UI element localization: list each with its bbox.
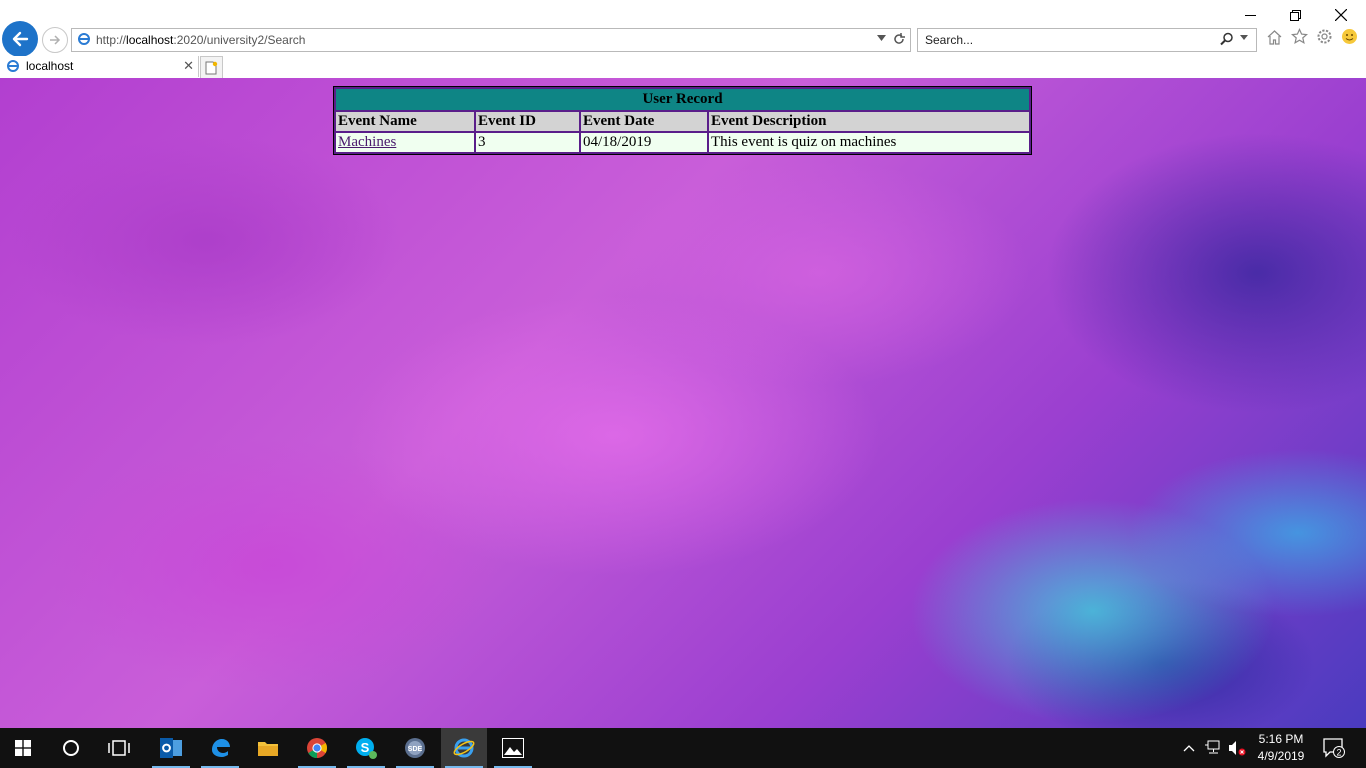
refresh-icon[interactable] [892,32,906,46]
network-button[interactable] [1202,728,1224,768]
restore-icon [1289,9,1301,21]
search-placeholder: Search... [925,33,974,47]
search-box[interactable]: Search... [917,28,1257,52]
header-event-description: Event Description [709,112,1029,131]
cell-event-description: This event is quiz on machines [709,133,1029,152]
svg-text:S: S [361,740,370,755]
back-button[interactable] [2,21,38,57]
back-arrow-icon [12,31,29,47]
address-bar[interactable]: http://localhost:2020/university2/Search [71,28,911,52]
sde-icon: SDE [405,738,425,758]
cell-event-date: 04/18/2019 [581,133,707,152]
chrome-icon [307,738,328,759]
smiley-feedback-icon[interactable] [1341,28,1358,45]
volume-button[interactable] [1226,728,1248,768]
event-name-link[interactable]: Machines [338,134,396,150]
file-explorer-icon [258,742,278,756]
tab-localhost[interactable]: localhost ✕ [0,56,199,77]
table-row: Machines 3 04/18/2019 This event is quiz… [336,133,1029,152]
search-icon[interactable] [1220,32,1234,46]
browser-chrome: http://localhost:2020/university2/Search… [0,0,1366,79]
network-icon [1205,740,1220,754]
header-event-name: Event Name [336,112,474,131]
taskbar-sde[interactable]: SDE [392,728,438,768]
minimize-icon [1244,14,1256,16]
svg-text:SDE: SDE [408,746,423,753]
outlook-icon [160,738,182,758]
taskbar: S SDE 5:16 PM 4/9/2019 2 [0,728,1366,768]
chevron-down-icon[interactable] [1240,35,1248,40]
url-text: http://localhost:2020/university2/Search [96,33,306,47]
close-icon [1335,9,1347,21]
taskbar-file-explorer[interactable] [245,728,291,768]
header-event-id: Event ID [476,112,579,131]
restore-button[interactable] [1283,6,1307,24]
taskbar-internet-explorer[interactable] [441,728,487,768]
edge-icon [212,739,230,757]
new-tab-button[interactable] [200,56,223,79]
forward-button[interactable] [42,27,68,53]
forward-arrow-icon [50,35,61,45]
action-center-button[interactable]: 2 [1320,728,1348,768]
cell-event-name: Machines [336,133,474,152]
tab-row: localhost ✕ [0,56,1366,79]
internet-explorer-icon [453,738,475,758]
svg-text:2: 2 [1336,748,1341,758]
task-view-icon [108,740,130,756]
ie-page-icon [78,33,90,45]
system-clock[interactable]: 5:16 PM 4/9/2019 [1250,731,1312,765]
toolbar-icons [1266,28,1358,45]
chevron-down-icon[interactable] [877,35,886,41]
minimize-button[interactable] [1238,6,1262,24]
chevron-up-icon [1183,745,1195,752]
start-button[interactable] [0,728,46,768]
show-hidden-icons-button[interactable] [1180,728,1198,768]
taskbar-outlook[interactable] [148,728,194,768]
taskbar-chrome[interactable] [294,728,340,768]
close-window-button[interactable] [1329,6,1353,24]
clock-date: 4/9/2019 [1257,749,1305,763]
taskbar-skype[interactable]: S [343,728,389,768]
header-event-date: Event Date [581,112,707,131]
taskbar-edge[interactable] [197,728,243,768]
favorites-star-icon[interactable] [1291,28,1308,45]
photos-icon [502,738,524,758]
gear-icon[interactable] [1316,28,1333,45]
skype-icon: S [356,738,377,759]
user-record-table: User Record Event Name Event ID Event Da… [333,86,1032,155]
cell-event-id: 3 [476,133,579,152]
home-icon[interactable] [1266,28,1283,45]
close-tab-icon[interactable]: ✕ [183,58,194,74]
cortana-icon [63,740,79,756]
clock-time: 5:16 PM [1258,732,1304,746]
notifications-icon: 2 [1323,738,1345,758]
ie-page-icon [7,60,19,72]
start-icon [15,740,31,756]
table-header-row: Event Name Event ID Event Date Event Des… [336,112,1029,131]
tab-title: localhost [26,59,74,73]
cortana-button[interactable] [48,728,94,768]
task-view-button[interactable] [96,728,142,768]
taskbar-photos[interactable] [490,728,536,768]
table-caption: User Record [336,89,1029,110]
volume-muted-icon [1229,741,1246,756]
new-tab-icon [205,61,218,74]
page-background: User Record Event Name Event ID Event Da… [0,78,1366,728]
